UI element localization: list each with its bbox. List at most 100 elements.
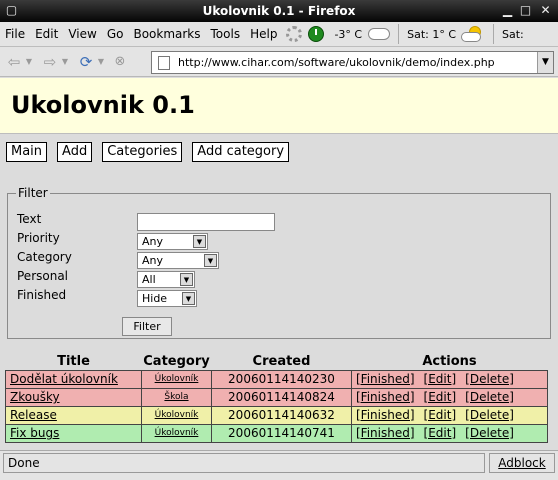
clock-icon — [308, 26, 325, 42]
adblock-button[interactable]: Adblock — [489, 453, 555, 473]
edit-link[interactable]: [Edit] — [424, 426, 457, 440]
weather-forecast-2[interactable]: Sat: — [498, 22, 528, 47]
category-select[interactable]: Any ▼ — [137, 252, 219, 269]
edit-link[interactable]: [Edit] — [424, 390, 457, 404]
task-title-link[interactable]: Fix bugs — [10, 426, 59, 440]
cloud-icon — [368, 28, 391, 40]
window-menu-icon[interactable]: ▢ — [4, 3, 19, 18]
text-input[interactable] — [137, 213, 275, 231]
nav-categories-link[interactable]: Categories — [102, 142, 183, 162]
table-header-row: Title Category Created Actions — [6, 354, 548, 370]
weather-current-temp: -3° C — [334, 27, 363, 41]
task-category-cell: Úkolovník — [141, 423, 212, 443]
throbber-icon — [286, 26, 303, 42]
edit-link[interactable]: [Edit] — [424, 408, 457, 422]
url-text[interactable]: http://www.cihar.com/software/ukolovnik/… — [178, 56, 537, 69]
weather-forecast-2-text: Sat: — [502, 27, 524, 41]
reload-dropdown-icon[interactable]: ▼ — [96, 57, 106, 66]
menu-file[interactable]: File — [0, 22, 30, 47]
window-title: Ukolovnik 0.1 - Firefox — [202, 4, 356, 18]
menu-bookmarks[interactable]: Bookmarks — [128, 22, 205, 47]
table-row: Fix bugs Úkolovník 20060114140741 [Finished… — [5, 423, 548, 443]
weather-current[interactable]: -3° C — [330, 22, 394, 47]
weather-forecast-1-text: Sat: 1° C — [407, 27, 457, 41]
nav-add-category-link[interactable]: Add category — [192, 142, 290, 162]
priority-select-value: Any — [142, 235, 164, 248]
nav-main-link[interactable]: Main — [6, 142, 48, 162]
category-select-value: Any — [142, 254, 164, 267]
personal-select-value: All — [142, 273, 156, 286]
task-category-link[interactable]: Úkolovník — [155, 428, 199, 438]
table-row: Dodělat úkolovník Úkolovník 20060114140230… — [5, 369, 548, 389]
finished-select[interactable]: Hide ▼ — [137, 290, 197, 307]
task-created-cell: 20060114140230 — [211, 369, 352, 389]
task-created-cell: 20060114140824 — [211, 387, 352, 407]
task-category-cell: Úkolovník — [141, 405, 212, 425]
finished-select-value: Hide — [142, 292, 168, 305]
task-category-link[interactable]: Úkolovník — [155, 374, 199, 384]
delete-link[interactable]: [Delete] — [465, 408, 514, 422]
finished-link[interactable]: [Finished] — [356, 390, 415, 404]
task-actions-cell: [Finished] [Edit] [Delete] — [351, 423, 548, 443]
task-title-link[interactable]: Dodělat úkolovník — [10, 372, 118, 386]
minimize-icon[interactable]: ▁ — [500, 3, 515, 18]
chevron-down-icon: ▼ — [182, 292, 195, 305]
weather-forecast-1[interactable]: Sat: 1° C — [403, 22, 489, 47]
edit-link[interactable]: [Edit] — [424, 372, 457, 386]
menu-go[interactable]: Go — [102, 22, 129, 47]
maximize-icon[interactable]: □ — [518, 3, 533, 18]
task-category-cell: Úkolovník — [141, 369, 212, 389]
main-navigation: Main Add Categories Add category — [6, 142, 299, 162]
back-arrow-icon[interactable]: ⇦ — [4, 52, 24, 72]
personal-select[interactable]: All ▼ — [137, 271, 195, 288]
page-header: Ukolovnik 0.1 — [0, 78, 558, 134]
url-dropdown-icon[interactable]: ▼ — [537, 52, 553, 73]
text-label: Text — [17, 212, 42, 226]
reload-icon[interactable]: ⟳ — [76, 52, 96, 72]
task-title-cell: Release — [5, 405, 142, 425]
close-icon[interactable]: ✕ — [538, 3, 553, 18]
finished-link[interactable]: [Finished] — [356, 426, 415, 440]
delete-link[interactable]: [Delete] — [465, 372, 514, 386]
chevron-down-icon: ▼ — [180, 273, 193, 286]
task-category-cell: Škola — [141, 387, 212, 407]
task-created-cell: 20060114140632 — [211, 405, 352, 425]
separator — [398, 24, 400, 44]
back-history-dropdown-icon[interactable]: ▼ — [24, 57, 34, 66]
finished-link[interactable]: [Finished] — [356, 372, 415, 386]
forward-arrow-icon[interactable]: ⇨ — [40, 52, 60, 72]
stop-icon[interactable]: ⊗ — [110, 52, 130, 72]
task-title-link[interactable]: Release — [10, 408, 57, 422]
task-created-cell: 20060114140741 — [211, 423, 352, 443]
delete-link[interactable]: [Delete] — [465, 390, 514, 404]
filter-form: Filter Text Priority Any ▼ Category Any … — [7, 186, 551, 339]
menu-tools[interactable]: Tools — [206, 22, 246, 47]
delete-link[interactable]: [Delete] — [465, 426, 514, 440]
page-content: Ukolovnik 0.1 Main Add Categories Add ca… — [0, 78, 558, 450]
menu-view[interactable]: View — [63, 22, 101, 47]
menu-edit[interactable]: Edit — [30, 22, 63, 47]
column-header-title: Title — [57, 354, 90, 370]
navigation-toolbar: ⇦ ▼ ⇨ ▼ ⟳ ▼ ⊗ http://www.cihar.com/softw… — [0, 47, 558, 77]
task-category-link[interactable]: Škola — [164, 392, 188, 402]
page-icon — [158, 55, 170, 70]
priority-select[interactable]: Any ▼ — [137, 233, 208, 250]
category-label: Category — [17, 250, 72, 264]
chevron-down-icon: ▼ — [204, 254, 217, 267]
task-actions-cell: [Finished] [Edit] [Delete] — [351, 387, 548, 407]
finished-link[interactable]: [Finished] — [356, 408, 415, 422]
task-title-cell: Fix bugs — [5, 423, 142, 443]
task-title-link[interactable]: Zkoušky — [10, 390, 60, 404]
menu-help[interactable]: Help — [245, 22, 282, 47]
task-title-cell: Dodělat úkolovník — [5, 369, 142, 389]
column-header-category: Category — [143, 354, 210, 370]
nav-add-link[interactable]: Add — [57, 142, 93, 162]
filter-button[interactable]: Filter — [122, 317, 172, 336]
address-bar[interactable]: http://www.cihar.com/software/ukolovnik/… — [151, 51, 554, 74]
status-bar: Done Adblock — [0, 450, 558, 480]
personal-label: Personal — [17, 269, 69, 283]
menu-bar: File Edit View Go Bookmarks Tools Help -… — [0, 22, 558, 47]
task-category-link[interactable]: Úkolovník — [155, 410, 199, 420]
priority-label: Priority — [17, 231, 60, 245]
forward-history-dropdown-icon[interactable]: ▼ — [60, 57, 70, 66]
